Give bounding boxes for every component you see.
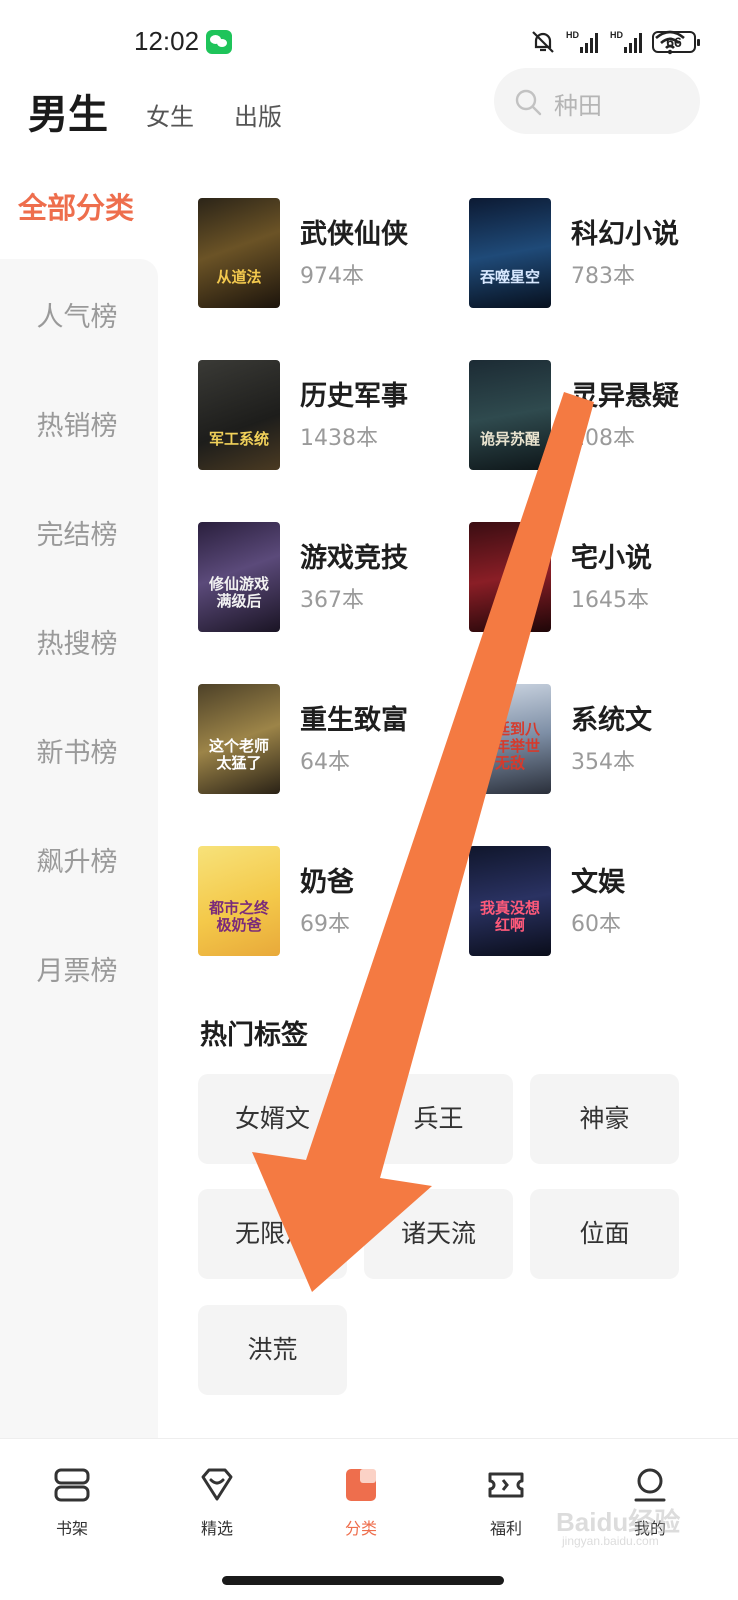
category-item[interactable]: 我真没想红啊 文娱 60本 <box>469 846 729 958</box>
nav-category[interactable]: 分类 <box>311 1465 411 1545</box>
category-count: 108本 <box>571 426 635 451</box>
category-count: 69本 <box>300 912 350 937</box>
category-count: 783本 <box>571 264 635 289</box>
sidebar-item-hot-search[interactable]: 热搜榜 <box>0 622 154 661</box>
category-name: 武侠仙侠 <box>300 219 408 250</box>
tag-button[interactable]: 洪荒 <box>198 1305 347 1395</box>
book-cover: 蛛临 <box>469 522 551 632</box>
category-item[interactable]: 吞噬星空 科幻小说 783本 <box>469 198 729 310</box>
nav-label: 书架 <box>55 1519 88 1538</box>
category-count: 367本 <box>300 588 364 613</box>
cell-signal-2-icon: HD <box>610 30 642 53</box>
svg-text:HD: HD <box>566 30 579 40</box>
tab-boys[interactable]: 男生 <box>28 82 108 140</box>
nav-bookshelf[interactable]: 书架 <box>22 1465 122 1545</box>
tag-button[interactable]: 女婿文 <box>198 1074 347 1164</box>
book-cover: 从道法 <box>198 198 280 308</box>
tag-button[interactable]: 兵王 <box>364 1074 513 1164</box>
category-item[interactable]: 都市之终极奶爸 奶爸 69本 <box>198 846 458 958</box>
battery-indicator: 66 <box>652 31 700 53</box>
ticket-icon <box>488 1472 524 1498</box>
category-item[interactable]: 修仙游戏满级后 游戏竞技 367本 <box>198 522 458 634</box>
sidebar-item-rising[interactable]: 飙升榜 <box>0 840 154 879</box>
category-name: 历史军事 <box>300 381 408 412</box>
category-count: 1645本 <box>571 588 649 613</box>
search-placeholder: 种田 <box>554 92 602 120</box>
sidebar-item-new-books[interactable]: 新书榜 <box>0 731 154 770</box>
category-count: 354本 <box>571 750 635 775</box>
book-cover: 这个老师太猛了 <box>198 684 280 794</box>
bookshelf-icon <box>54 1468 90 1502</box>
category-count: 64本 <box>300 750 350 775</box>
home-indicator[interactable] <box>222 1576 504 1585</box>
category-name: 灵异悬疑 <box>571 381 679 412</box>
category-name: 奶爸 <box>300 867 354 898</box>
cell-signal-icon: HD <box>566 30 598 53</box>
nav-featured[interactable]: 精选 <box>167 1465 267 1545</box>
watermark-subtext: jingyan.baidu.com <box>562 1534 659 1548</box>
category-item[interactable]: 从道法 武侠仙侠 974本 <box>198 198 458 310</box>
category-icon <box>346 1469 376 1501</box>
tag-button[interactable]: 位面 <box>530 1189 679 1279</box>
book-cover: 修仙游戏满级后 <box>198 522 280 632</box>
sidebar-item-completed[interactable]: 完结榜 <box>0 513 154 552</box>
category-name: 文娱 <box>571 867 625 898</box>
tab-publish[interactable]: 出版 <box>234 97 282 132</box>
hot-tags-title: 热门标签 <box>200 1020 308 1051</box>
nav-label: 精选 <box>200 1519 233 1538</box>
category-count: 974本 <box>300 264 364 289</box>
featured-icon <box>201 1468 233 1501</box>
sidebar-item-monthly-votes[interactable]: 月票榜 <box>0 949 154 988</box>
category-item[interactable]: 蛛临 宅小说 1645本 <box>469 522 729 634</box>
book-cover: 宫廷到八千年举世无敌 <box>469 684 551 794</box>
baidu-watermark: Baidu经验 jingyan.baidu.com <box>556 1496 696 1556</box>
category-count: 1438本 <box>300 426 378 451</box>
category-name: 重生致富 <box>300 705 408 736</box>
tag-button[interactable]: 神豪 <box>530 1074 679 1164</box>
category-name: 宅小说 <box>571 543 652 574</box>
sidebar-item-popular[interactable]: 人气榜 <box>0 295 154 334</box>
sidebar-item-bestselling[interactable]: 热销榜 <box>0 404 154 443</box>
sidebar: 人气榜 热销榜 完结榜 热搜榜 新书榜 飙升榜 月票榜 <box>0 259 158 1439</box>
mute-bell-icon <box>532 31 554 53</box>
tag-button[interactable]: 无限流 <box>198 1189 347 1279</box>
status-time: 12:02 <box>134 26 200 56</box>
nav-rewards[interactable]: 福利 <box>456 1465 556 1545</box>
sidebar-item-all-categories[interactable]: 全部分类 <box>18 185 134 227</box>
tab-girls[interactable]: 女生 <box>146 97 194 132</box>
search-input[interactable]: 种田 <box>494 68 700 134</box>
wechat-notification-icon <box>206 30 232 54</box>
nav-label: 分类 <box>344 1519 377 1538</box>
category-item[interactable]: 这个老师太猛了 重生致富 64本 <box>198 684 458 796</box>
search-icon <box>515 89 542 116</box>
category-name: 游戏竞技 <box>300 543 408 574</box>
nav-label: 福利 <box>489 1519 522 1538</box>
book-cover: 我真没想红啊 <box>469 846 551 956</box>
tag-button[interactable]: 诸天流 <box>364 1189 513 1279</box>
category-name: 系统文 <box>571 705 652 736</box>
book-cover: 军工系统 <box>198 360 280 470</box>
category-name: 科幻小说 <box>571 219 679 250</box>
svg-text:HD: HD <box>610 30 623 40</box>
book-cover: 吞噬星空 <box>469 198 551 308</box>
category-item[interactable]: 宫廷到八千年举世无敌 系统文 354本 <box>469 684 729 796</box>
category-count: 60本 <box>571 912 621 937</box>
book-cover: 诡异苏醒 <box>469 360 551 470</box>
category-item[interactable]: 诡异苏醒 灵异悬疑 108本 <box>469 360 729 472</box>
book-cover: 都市之终极奶爸 <box>198 846 280 956</box>
category-item[interactable]: 军工系统 历史军事 1438本 <box>198 360 458 472</box>
